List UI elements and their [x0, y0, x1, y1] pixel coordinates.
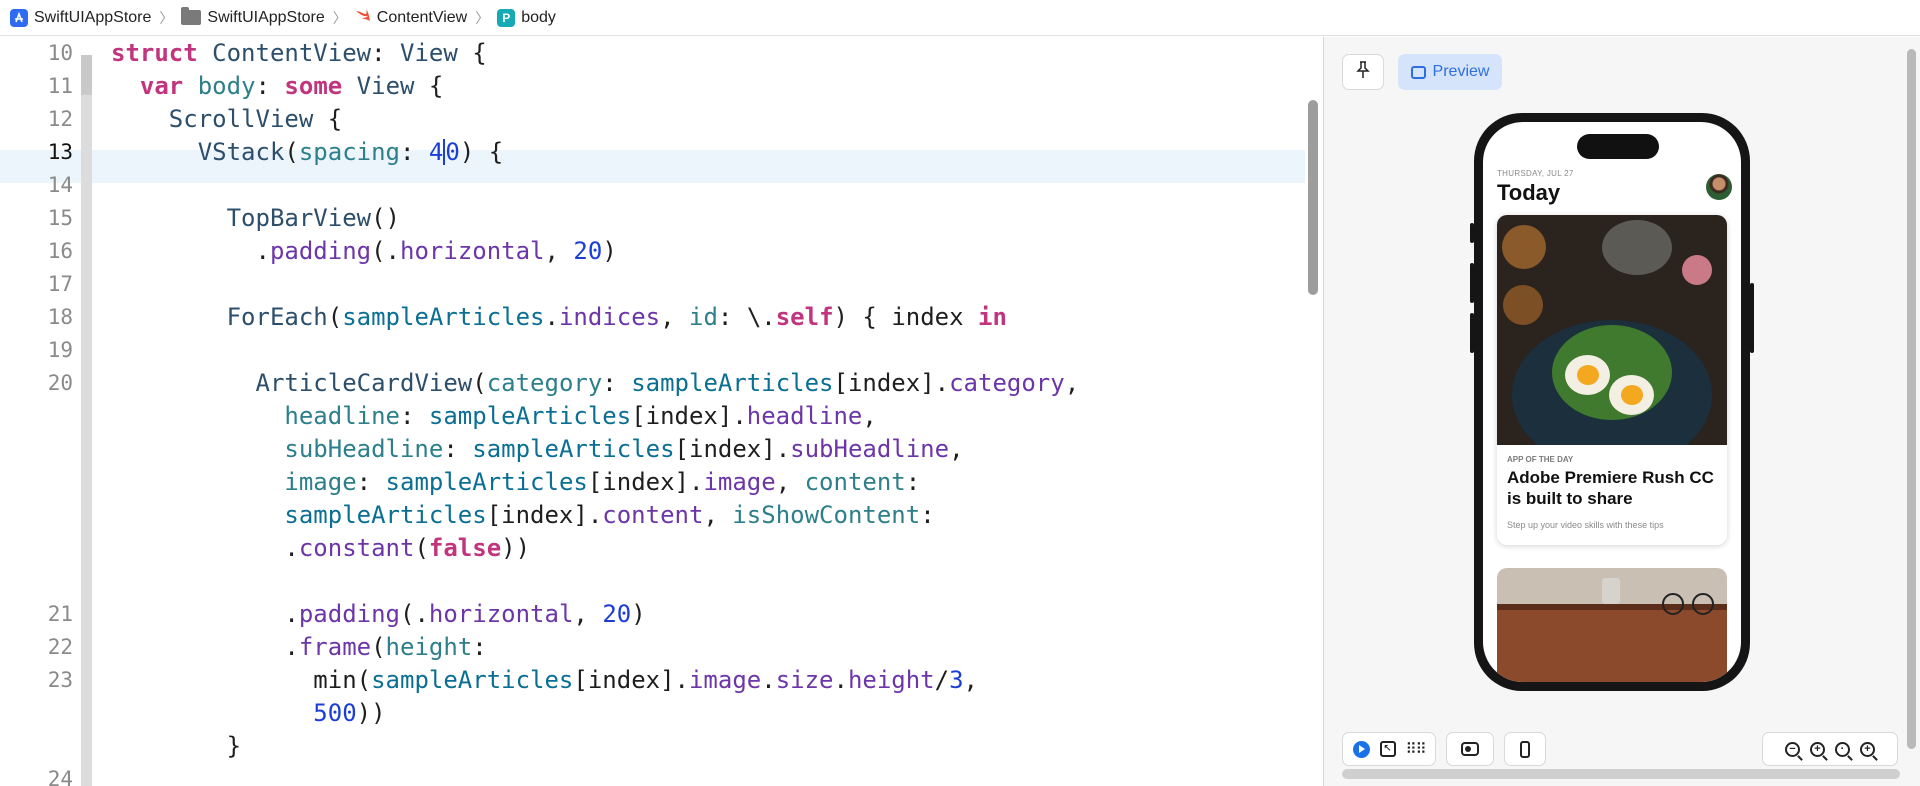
folder-icon [181, 7, 202, 25]
breadcrumb-file-label: ContentView [376, 8, 468, 26]
code-line[interactable]: headline: sampleArticles[index].headline… [111, 400, 876, 433]
preview-canvas: Preview THURSDAY, JUL 27 Today APP OF TH… [1324, 37, 1920, 786]
code-line[interactable]: ForEach(sampleArticles.indices, id: \.se… [111, 301, 1007, 334]
grid-icon[interactable]: ⠿⠿ [1406, 740, 1427, 758]
code-line[interactable]: ScrollView { [111, 103, 342, 136]
swift-file-icon [355, 8, 371, 27]
property-icon: P [497, 8, 516, 27]
device-icon [1520, 740, 1530, 758]
app-date: THURSDAY, JUL 27 [1497, 169, 1574, 178]
device-settings-button[interactable] [1504, 732, 1546, 766]
line-number: 10 [47, 41, 73, 65]
device-preview[interactable]: THURSDAY, JUL 27 Today APP OF THE DAY Ad… [1470, 113, 1754, 691]
line-number: 24 [47, 767, 73, 786]
editor-scrollbar[interactable] [1308, 100, 1318, 295]
device-side-button [1470, 223, 1474, 243]
code-line[interactable]: 500)) [111, 697, 385, 730]
code-line[interactable]: ArticleCardView(category: sampleArticles… [111, 367, 1080, 400]
breadcrumb-folder[interactable]: SwiftUIAppStore [181, 7, 325, 27]
line-number: 16 [47, 239, 73, 263]
line-number: 11 [47, 74, 73, 98]
code-line[interactable]: min(sampleArticles[index].image.size.hei… [111, 664, 978, 697]
device-side-button [1470, 263, 1474, 303]
device-side-button [1470, 313, 1474, 353]
breadcrumb-project-label: SwiftUIAppStore [34, 8, 152, 26]
breadcrumb-symbol[interactable]: P body [497, 8, 556, 27]
code-line[interactable]: sampleArticles[index].content, isShowCon… [111, 499, 934, 532]
code-line[interactable]: struct ContentView: View { [111, 37, 487, 70]
zoom-in-icon[interactable]: + [1810, 741, 1825, 757]
code-editor[interactable]: 10 11 12 13 14 15 16 17 18 19 20 21 22 2… [0, 37, 1305, 786]
pin-preview-button[interactable] [1342, 54, 1384, 90]
canvas-horizontal-scrollbar[interactable] [1342, 769, 1900, 779]
line-number: 17 [47, 272, 73, 296]
breadcrumb-folder-label: SwiftUIAppStore [207, 8, 325, 26]
code-line[interactable]: TopBarView() [111, 202, 400, 235]
select-icon[interactable]: ↖ [1379, 741, 1396, 757]
preview-label: Preview [1432, 63, 1490, 80]
line-number: 18 [47, 305, 73, 329]
app-screen: THURSDAY, JUL 27 Today APP OF THE DAY Ad… [1483, 122, 1741, 682]
code-line[interactable]: .padding(.horizontal, 20) [111, 598, 645, 631]
line-number: 12 [47, 107, 73, 131]
line-number-current: 13 [47, 140, 73, 164]
code-line[interactable]: image: sampleArticles[index].image, cont… [111, 466, 920, 499]
article-headline: Adobe Premiere Rush CC is built to share [1507, 468, 1714, 508]
toggle-icon [1461, 742, 1479, 756]
breadcrumb-symbol-label: body [521, 8, 556, 26]
line-number: 21 [47, 602, 73, 626]
chevron-right-icon: 〉 [475, 9, 490, 26]
chevron-right-icon: 〉 [332, 9, 347, 26]
code-line[interactable]: .frame(height: [111, 631, 486, 664]
code-line[interactable]: var body: some View { [111, 70, 443, 103]
code-folding-ribbon-segment[interactable] [81, 55, 92, 95]
code-line[interactable]: } [111, 730, 241, 763]
app-project-icon [10, 8, 28, 27]
line-number-gutter: 10 11 12 13 14 15 16 17 18 19 20 21 22 2… [0, 37, 80, 786]
code-folding-ribbon[interactable] [81, 55, 92, 786]
canvas-vertical-scrollbar[interactable] [1907, 49, 1916, 749]
article-card[interactable] [1497, 568, 1727, 682]
preview-icon [1410, 65, 1426, 79]
preview-mode-button[interactable]: Preview [1398, 54, 1502, 90]
zoom-out-icon[interactable]: − [1785, 741, 1800, 757]
line-number: 22 [47, 635, 73, 659]
article-subheadline: Step up your video skills with these tip… [1507, 520, 1664, 530]
breadcrumb-file[interactable]: ContentView [355, 8, 467, 27]
pin-icon [1355, 60, 1371, 84]
preview-mode-group: ↖ ⠿⠿ [1342, 732, 1436, 766]
article-category: APP OF THE DAY [1507, 455, 1574, 464]
zoom-actual-icon[interactable]: + [1860, 741, 1875, 757]
article-image [1497, 215, 1727, 445]
line-number: 14 [47, 173, 73, 197]
canvas-settings-button[interactable] [1446, 732, 1494, 766]
article-card[interactable]: APP OF THE DAY Adobe Premiere Rush CC is… [1497, 215, 1727, 545]
code-line[interactable]: .padding(.horizontal, 20) [111, 235, 616, 268]
zoom-fit-icon[interactable]: · [1835, 741, 1850, 757]
app-title: Today [1497, 180, 1561, 205]
line-number: 15 [47, 206, 73, 230]
zoom-controls: − + · + [1762, 732, 1898, 766]
code-line[interactable]: VStack(spacing: 40) { [111, 136, 503, 169]
play-icon[interactable] [1352, 740, 1370, 758]
code-line[interactable]: .constant(false)) [111, 532, 530, 565]
line-number: 20 [47, 371, 73, 395]
breadcrumb-project[interactable]: SwiftUIAppStore [10, 8, 152, 27]
code-line[interactable]: subHeadline: sampleArticles[index].subHe… [111, 433, 963, 466]
dynamic-island [1577, 134, 1659, 159]
device-side-button [1750, 283, 1754, 353]
line-number: 23 [47, 668, 73, 692]
avatar[interactable] [1706, 174, 1732, 200]
breadcrumb: SwiftUIAppStore 〉 SwiftUIAppStore 〉 Cont… [0, 0, 1920, 36]
chevron-right-icon: 〉 [159, 9, 174, 26]
line-number: 19 [47, 338, 73, 362]
